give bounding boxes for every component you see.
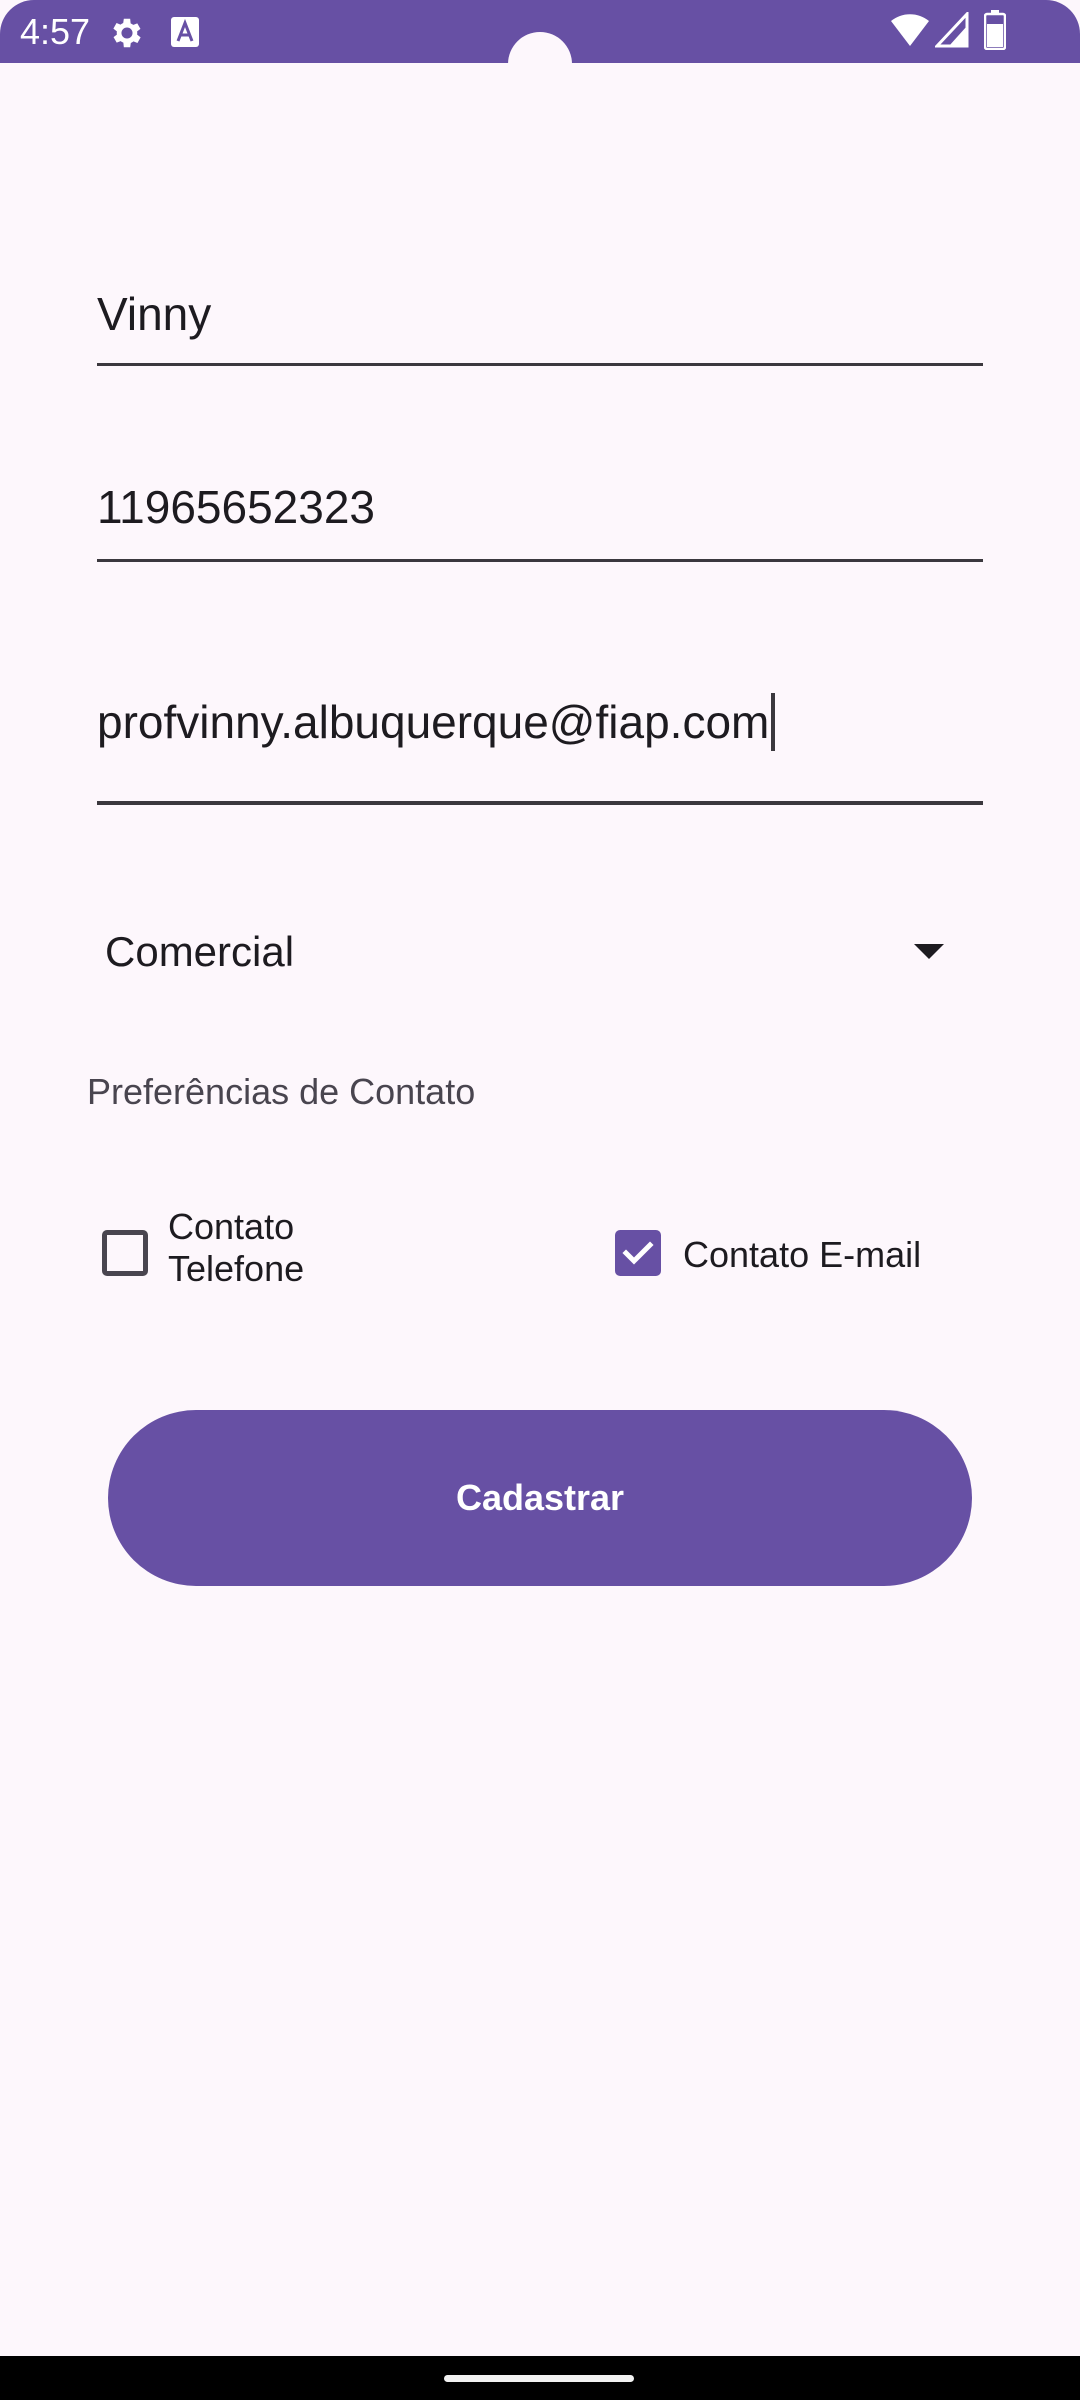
wifi-icon — [890, 12, 930, 53]
email-checkbox-box[interactable] — [615, 1230, 661, 1276]
contact-type-dropdown[interactable]: Comercial — [97, 890, 983, 1016]
phone-field[interactable]: 11965652323 — [97, 427, 983, 562]
email-input-value: profvinny.albuquerque@fiap.com — [97, 692, 776, 755]
email-contact-checkbox[interactable]: Contato E-mail — [615, 1205, 1015, 1305]
phone-checkbox-box[interactable] — [102, 1230, 148, 1276]
name-input-value: Vinny — [97, 288, 212, 340]
phone-checkbox-label-line2: Telefone — [168, 1248, 305, 1289]
text-cursor — [771, 692, 776, 751]
email-checkbox-label: Contato E-mail — [683, 1234, 922, 1275]
camera-cutout — [508, 32, 572, 96]
navigation-bar — [0, 2356, 1080, 2400]
text-a-icon — [170, 16, 200, 53]
check-icon — [622, 1241, 654, 1265]
preferences-title: Preferências de Contato — [87, 1071, 476, 1112]
home-gesture-handle[interactable] — [444, 2375, 634, 2382]
email-field[interactable]: profvinny.albuquerque@fiap.com — [97, 660, 983, 805]
battery-icon — [983, 10, 1007, 55]
phone-input-value: 11965652323 — [97, 481, 375, 533]
signal-icon — [933, 10, 969, 53]
status-time: 4:57 — [20, 11, 91, 52]
contact-type-selected: Comercial — [105, 928, 295, 975]
name-field[interactable]: Vinny — [97, 230, 983, 366]
phone-contact-checkbox[interactable]: Contato Telefone — [102, 1205, 402, 1305]
gear-icon — [108, 14, 146, 57]
email-input-text: profvinny.albuquerque@fiap.com — [97, 696, 770, 748]
phone-checkbox-label-line1: Contato — [168, 1206, 295, 1247]
dropdown-arrow-icon[interactable] — [912, 942, 946, 965]
register-button[interactable]: Cadastrar — [108, 1410, 972, 1586]
